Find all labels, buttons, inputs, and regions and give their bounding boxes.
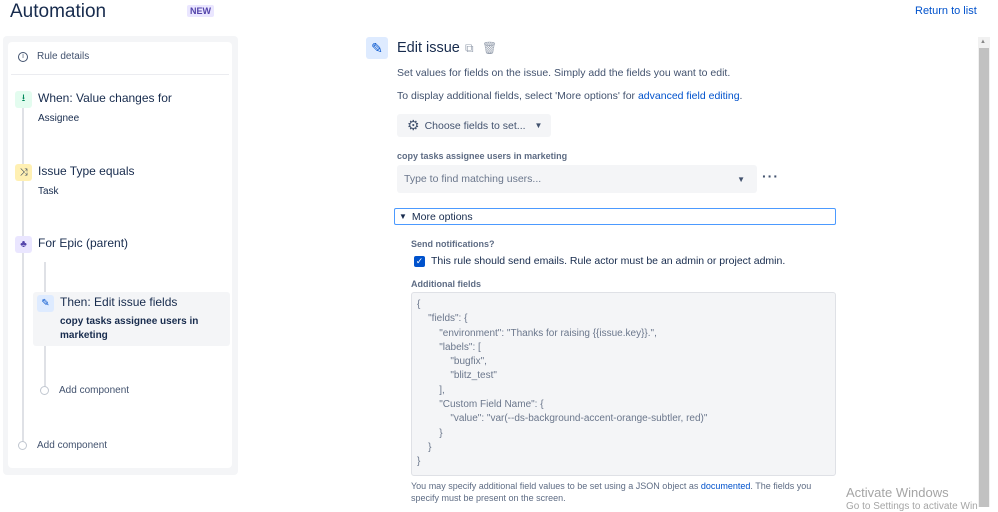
chevron-down-icon: ▼ bbox=[399, 212, 407, 221]
send-notifications-label: Send notifications? bbox=[411, 239, 495, 249]
advanced-field-editing-link[interactable]: advanced field editing bbox=[638, 90, 740, 102]
divider bbox=[11, 74, 229, 75]
flow-line bbox=[22, 100, 24, 446]
scroll-up-arrow-icon[interactable]: ▲ bbox=[980, 39, 986, 45]
trash-icon[interactable]: 🗑 bbox=[482, 41, 497, 55]
scrollbar-thumb[interactable] bbox=[979, 48, 989, 507]
send-emails-checkbox[interactable]: ✓ This rule should send emails. Rule act… bbox=[414, 255, 785, 267]
shuffle-icon: ⤨ bbox=[15, 164, 32, 181]
additional-fields-label: Additional fields bbox=[411, 279, 482, 289]
help-text: You may specify additional field values … bbox=[411, 481, 812, 503]
documented-link[interactable]: documented bbox=[701, 481, 751, 491]
trigger-icon: ⭳ bbox=[15, 91, 32, 108]
gear-icon: ⚙ bbox=[407, 117, 420, 133]
field-label: copy tasks assignee users in marketing bbox=[397, 151, 568, 161]
additional-fields-textarea[interactable]: { "fields": { "environment": "Thanks for… bbox=[411, 292, 836, 476]
more-options-toggle[interactable]: ▼ More options bbox=[394, 208, 836, 225]
checkbox-checked-icon[interactable]: ✓ bbox=[414, 255, 425, 267]
step-trigger[interactable]: ⭳ When: Value changes for Assignee bbox=[15, 91, 172, 124]
watermark-title: Activate Windows bbox=[846, 485, 949, 500]
circle-icon bbox=[18, 441, 27, 450]
description-advanced: To display additional fields, select 'Mo… bbox=[397, 90, 743, 102]
step-condition[interactable]: ⤨ Issue Type equals Task bbox=[15, 164, 135, 197]
return-to-list-link[interactable]: Return to list bbox=[915, 5, 977, 17]
edit-issue-title: Edit issue bbox=[397, 40, 460, 56]
new-badge: NEW bbox=[187, 5, 214, 17]
choose-fields-button[interactable]: ⚙ Choose fields to set... ▼ bbox=[397, 114, 551, 137]
rule-details-item[interactable]: i Rule details bbox=[18, 51, 89, 62]
user-picker-input[interactable]: Type to find matching users... ▼ bbox=[397, 165, 757, 193]
step-branch[interactable]: ♣ For Epic (parent) bbox=[15, 236, 128, 253]
description: Set values for fields on the issue. Simp… bbox=[397, 67, 731, 79]
pencil-icon: ✎ bbox=[37, 295, 54, 312]
copy-icon[interactable]: ⧉ bbox=[465, 41, 474, 56]
chevron-down-icon: ▼ bbox=[534, 121, 543, 130]
more-actions-icon[interactable]: ··· bbox=[762, 168, 779, 184]
add-component-inner[interactable]: Add component bbox=[40, 385, 129, 396]
chevron-down-icon: ▼ bbox=[737, 174, 745, 184]
step-action-selected[interactable]: ✎ Then: Edit issue fields copy tasks ass… bbox=[33, 292, 230, 346]
pencil-icon: ✎ bbox=[366, 37, 388, 59]
info-icon: i bbox=[18, 51, 28, 62]
page-title: Automation bbox=[10, 1, 107, 22]
hierarchy-icon: ♣ bbox=[15, 236, 32, 253]
circle-icon bbox=[40, 386, 49, 395]
add-component-outer[interactable]: Add component bbox=[18, 440, 107, 451]
